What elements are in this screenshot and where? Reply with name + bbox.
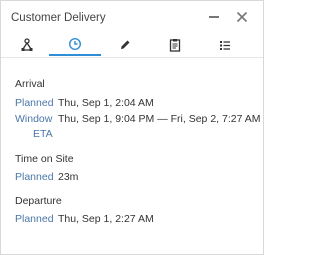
route-icon: [21, 38, 33, 51]
panel-title: Customer Delivery: [11, 12, 106, 24]
title-bar: Customer Delivery: [1, 1, 263, 34]
departure-heading: Departure: [15, 195, 62, 207]
arrival-window-label: Window: [15, 113, 53, 125]
clipboard-icon: [169, 39, 181, 52]
tab-route[interactable]: [1, 34, 53, 56]
tab-notes[interactable]: [149, 34, 201, 56]
customer-delivery-panel: Customer Delivery Arrival Planned Thu, S…: [0, 0, 264, 255]
tab-edit[interactable]: [99, 34, 151, 56]
departure-planned-label: Planned: [15, 213, 54, 225]
pencil-icon: [121, 40, 130, 49]
tab-schedule[interactable]: [49, 34, 101, 56]
arrival-planned-value: Thu, Sep 1, 2:04 AM: [58, 97, 154, 109]
time-on-site-planned-label: Planned: [15, 171, 54, 183]
tab-list[interactable]: [199, 34, 251, 56]
arrival-eta-label: ETA: [33, 128, 53, 140]
clock-icon: [68, 37, 82, 51]
minimize-icon: [209, 16, 219, 18]
minimize-button[interactable]: [206, 9, 222, 25]
time-on-site-heading: Time on Site: [15, 153, 74, 165]
close-button[interactable]: [234, 9, 250, 25]
arrival-planned-label: Planned: [15, 97, 54, 109]
time-on-site-planned-value: 23m: [58, 171, 79, 183]
close-icon: [236, 11, 248, 23]
departure-planned-value: Thu, Sep 1, 2:27 AM: [58, 213, 154, 225]
tab-bar: [1, 34, 263, 58]
arrival-window-value: Thu, Sep 1, 9:04 PM — Fri, Sep 2, 7:27 A…: [58, 113, 261, 125]
arrival-heading: Arrival: [15, 78, 45, 90]
list-icon: [220, 41, 230, 50]
